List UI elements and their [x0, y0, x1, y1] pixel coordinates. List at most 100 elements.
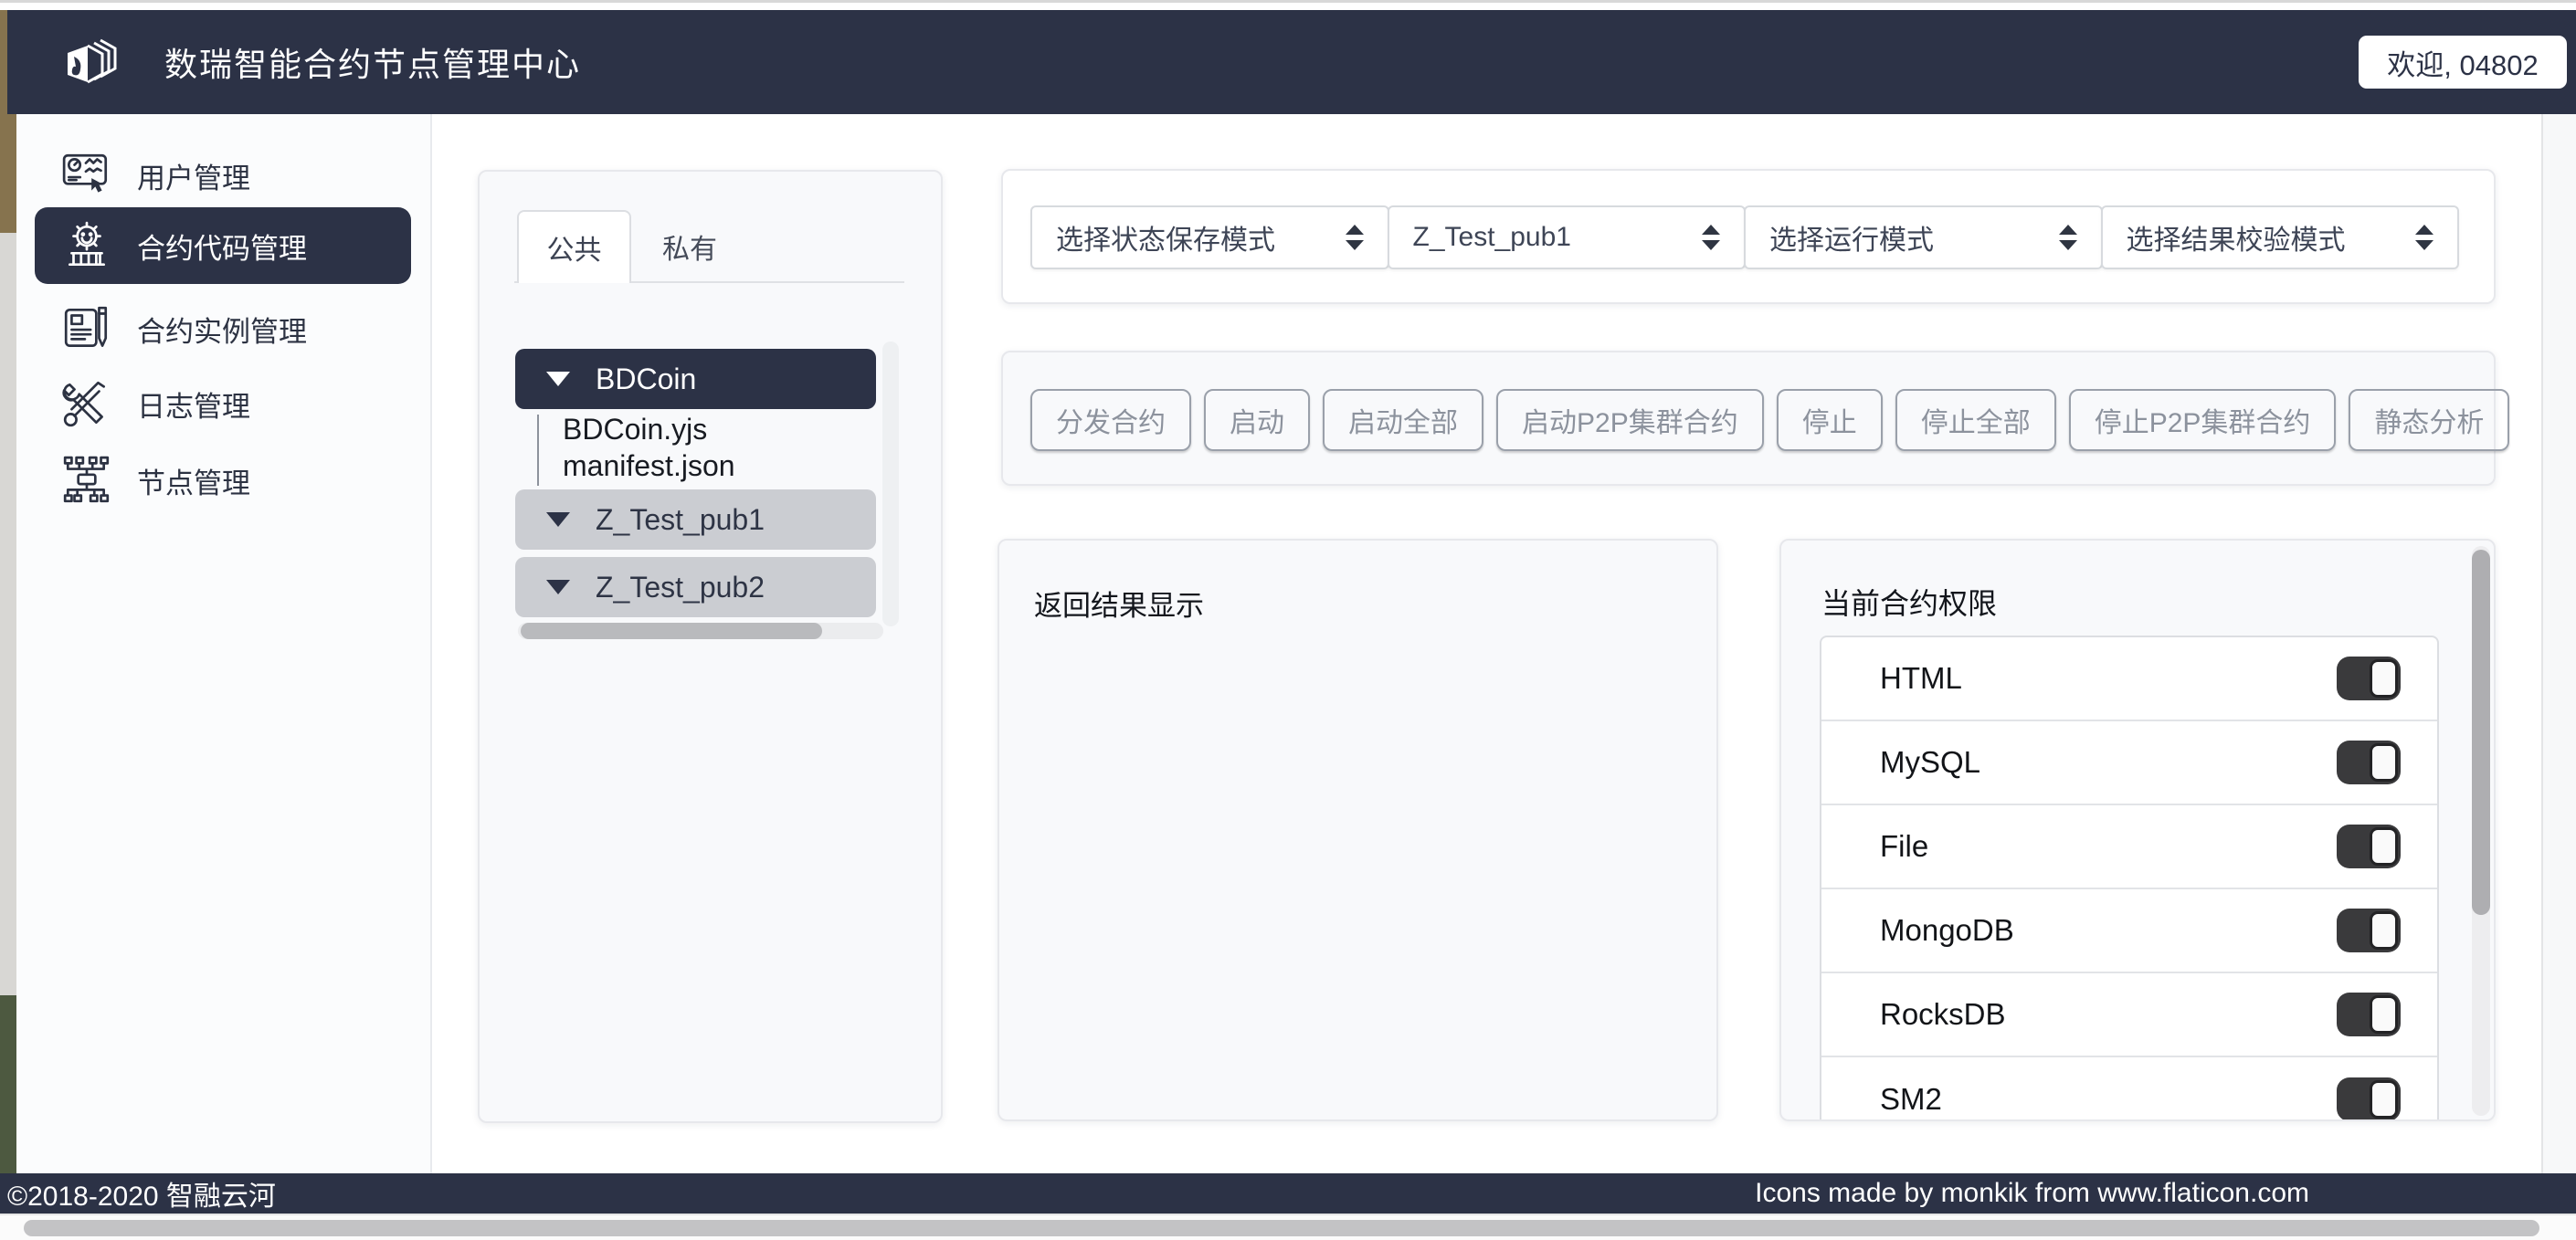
toggle-knob [2370, 743, 2398, 782]
result-verify-mode-select[interactable]: 选择结果校验模式 [2101, 205, 2460, 269]
tree-node-z-test-pub1[interactable]: Z_Test_pub1 [515, 489, 876, 550]
file-toggle[interactable] [2337, 825, 2401, 868]
permission-label: RocksDB [1880, 997, 2006, 1032]
page-horizontal-scrollbar-thumb[interactable] [24, 1220, 2539, 1236]
contract-actions-toolbar: 分发合约 启动 启动全部 启动P2P集群合约 停止 停止全部 停止P2P集群合约… [1001, 351, 2496, 486]
tab-label: 公共 [547, 227, 602, 268]
select-updown-icon [2415, 225, 2433, 250]
dashboard-pointer-icon [60, 149, 113, 202]
toggle-knob [2370, 659, 2398, 698]
select-value: 选择状态保存模式 [1056, 217, 1275, 257]
toggle-knob [2370, 995, 2398, 1034]
permissions-list: HTML MySQL File MongoDB RocksDB SM2 [1820, 636, 2439, 1121]
permission-row-html: HTML [1821, 637, 2437, 721]
state-save-mode-select[interactable]: 选择状态保存模式 [1030, 205, 1389, 269]
tree-children-group: BDCoin.yjs manifest.json [515, 413, 876, 488]
tab-public[interactable]: 公共 [517, 210, 631, 283]
mysql-toggle[interactable] [2337, 741, 2401, 784]
sidebar-item-user-management[interactable]: 用户管理 [35, 138, 411, 213]
tree-leaf-manifest-json[interactable]: manifest.json [563, 449, 735, 483]
select-value: Z_Test_pub1 [1413, 222, 1571, 253]
permission-row-file: File [1821, 805, 2437, 889]
distribute-contract-button[interactable]: 分发合约 [1030, 389, 1191, 451]
gear-columns-icon [60, 219, 113, 272]
permission-label: SM2 [1880, 1082, 1942, 1117]
tab-label: 私有 [662, 226, 717, 267]
contract-tree-panel: 公共 私有 BDCoin BDCoin.yjs manifest.json Z_… [478, 170, 943, 1123]
run-mode-select[interactable]: 选择运行模式 [1744, 205, 2103, 269]
html-toggle[interactable] [2337, 657, 2401, 700]
app-header: 数瑞智能合约节点管理中心 欢迎, 04802 [7, 10, 2576, 114]
select-row: 选择状态保存模式 Z_Test_pub1 选择运行模式 选择结果校验模式 [1030, 205, 2459, 269]
permission-label: MySQL [1880, 745, 1980, 780]
tree-node-label: Z_Test_pub1 [596, 503, 765, 537]
caret-down-icon [546, 372, 570, 386]
permissions-panel-title: 当前合约权限 [1821, 581, 1997, 623]
permission-label: HTML [1880, 661, 1962, 696]
stop-button[interactable]: 停止 [1777, 389, 1883, 451]
toggle-knob [2370, 827, 2398, 866]
tree-leaf-bdcoin-yjs[interactable]: BDCoin.yjs [563, 413, 707, 447]
sm2-toggle[interactable] [2337, 1077, 2401, 1121]
start-button[interactable]: 启动 [1204, 389, 1310, 451]
select-updown-icon [1702, 225, 1720, 250]
select-value: 选择运行模式 [1769, 217, 1934, 257]
tree-node-z-test-pub2[interactable]: Z_Test_pub2 [515, 557, 876, 617]
notebook-pencil-icon [60, 302, 113, 355]
wrench-screwdriver-icon [60, 377, 113, 430]
sidebar-item-contract-instance-management[interactable]: 合约实例管理 [35, 291, 411, 366]
tree-indent-guide [537, 415, 539, 486]
network-nodes-icon [60, 454, 113, 507]
permission-label: File [1880, 829, 1928, 864]
window-top-edge [0, 0, 2576, 10]
icons-credit-text: Icons made by monkik from www.flaticon.c… [1755, 1178, 2309, 1209]
action-button-row: 分发合约 启动 启动全部 启动P2P集群合约 停止 停止全部 停止P2P集群合约… [1030, 389, 2509, 451]
background-window-sliver-middle [0, 233, 16, 995]
sidebar-item-label: 用户管理 [137, 155, 250, 196]
sidebar-item-contract-code-management[interactable]: 合约代码管理 [35, 207, 411, 284]
sidebar-item-label: 日志管理 [137, 384, 250, 425]
tree-node-label: Z_Test_pub2 [596, 571, 765, 604]
select-updown-icon [2059, 225, 2077, 250]
rocksdb-toggle[interactable] [2337, 993, 2401, 1036]
page-horizontal-scrollbar-track[interactable] [0, 1214, 2576, 1240]
tab-private[interactable]: 私有 [631, 210, 748, 283]
permission-row-rocksdb: RocksDB [1821, 973, 2437, 1057]
tree-horizontal-scrollbar[interactable] [518, 623, 883, 639]
caret-down-icon [546, 580, 570, 594]
app-logo-icon [60, 35, 121, 89]
sidebar-item-label: 节点管理 [137, 460, 250, 501]
toggle-knob [2370, 1080, 2398, 1119]
stop-p2p-cluster-button[interactable]: 停止P2P集群合约 [2069, 389, 2337, 451]
start-all-button[interactable]: 启动全部 [1323, 389, 1483, 451]
select-value: 选择结果校验模式 [2127, 217, 2346, 257]
start-p2p-cluster-button[interactable]: 启动P2P集群合约 [1496, 389, 1764, 451]
sidebar-item-log-management[interactable]: 日志管理 [35, 366, 411, 441]
background-window-sliver-bottom [0, 995, 16, 1173]
permission-label: MongoDB [1880, 913, 2014, 948]
sidebar-item-label: 合约代码管理 [137, 226, 307, 267]
page-vertical-scrollbar-track[interactable] [2541, 114, 2576, 1173]
tree-vertical-scrollbar[interactable] [882, 342, 899, 626]
sidebar: 用户管理 合约代码管理 合约实例管理 日志管理 [16, 114, 432, 1173]
permissions-scrollbar-thumb[interactable] [2472, 550, 2490, 915]
contract-permissions-panel: 当前合约权限 HTML MySQL File MongoDB RocksDB S… [1779, 539, 2496, 1121]
static-analysis-button[interactable]: 静态分析 [2349, 389, 2509, 451]
copyright-text: ©2018-2020 智融云河 [7, 1173, 276, 1214]
toggle-knob [2370, 911, 2398, 950]
sidebar-item-node-management[interactable]: 节点管理 [35, 443, 411, 518]
tree-horizontal-scrollbar-thumb[interactable] [521, 623, 822, 639]
tree-node-bdcoin[interactable]: BDCoin [515, 349, 876, 409]
sidebar-item-label: 合约实例管理 [137, 309, 307, 350]
stop-all-button[interactable]: 停止全部 [1895, 389, 2056, 451]
footer: ©2018-2020 智融云河 Icons made by monkik fro… [0, 1173, 2576, 1214]
contract-select[interactable]: Z_Test_pub1 [1388, 205, 1747, 269]
permission-row-mysql: MySQL [1821, 721, 2437, 805]
welcome-user-button[interactable]: 欢迎, 04802 [2359, 36, 2567, 89]
mongodb-toggle[interactable] [2337, 909, 2401, 952]
permission-row-sm2: SM2 [1821, 1057, 2437, 1121]
result-panel-title: 返回结果显示 [1034, 583, 1204, 624]
caret-down-icon [546, 512, 570, 527]
tree-node-label: BDCoin [596, 363, 696, 396]
result-display-panel: 返回结果显示 [998, 539, 1718, 1121]
